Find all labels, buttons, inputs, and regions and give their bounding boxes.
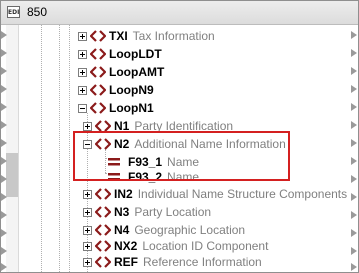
output-connector-icon[interactable] xyxy=(351,31,357,39)
edi-icon: EDI xyxy=(7,6,20,18)
tree-row-loopamt[interactable]: LoopAMT xyxy=(78,63,164,81)
segment-name: N3 xyxy=(114,205,130,219)
segment-icon xyxy=(95,206,111,218)
segment-name: LoopLDT xyxy=(109,47,162,61)
segment-icon xyxy=(95,240,111,252)
output-connector-icon[interactable] xyxy=(351,175,357,183)
tree-guide-line xyxy=(41,25,42,272)
segment-description: Party Location xyxy=(134,205,212,219)
segment-icon xyxy=(95,188,111,200)
segment-icon xyxy=(90,102,106,114)
output-connector-icon[interactable] xyxy=(351,85,357,93)
expand-icon[interactable] xyxy=(78,49,87,59)
expand-icon[interactable] xyxy=(83,225,92,235)
segment-name: LoopN9 xyxy=(109,83,154,97)
tree-row-n3[interactable]: N3 Party Location xyxy=(83,203,211,221)
input-connector-icon[interactable] xyxy=(1,157,7,165)
segment-description: Location ID Component xyxy=(142,239,269,253)
tree-guide-line xyxy=(59,25,60,272)
segment-icon xyxy=(95,256,111,268)
input-connector-icon[interactable] xyxy=(1,211,7,219)
segment-icon xyxy=(95,224,111,236)
input-connector-icon[interactable] xyxy=(1,49,7,57)
input-connector-icon[interactable] xyxy=(1,193,7,201)
output-connector-icon[interactable] xyxy=(351,157,357,165)
input-connector-icon[interactable] xyxy=(1,103,7,111)
expand-icon[interactable] xyxy=(78,85,87,95)
output-connector-icon[interactable] xyxy=(351,49,357,57)
segment-description: Reference Information xyxy=(143,255,262,269)
expand-icon[interactable] xyxy=(83,241,92,251)
input-connector-icon[interactable] xyxy=(1,121,7,129)
input-connector-icon[interactable] xyxy=(1,247,7,255)
segment-icon xyxy=(90,84,106,96)
segment-name: REF xyxy=(114,255,138,269)
input-connector-icon[interactable] xyxy=(1,263,7,271)
segment-name: NX2 xyxy=(114,239,138,253)
highlight-box xyxy=(73,131,290,181)
segment-icon xyxy=(90,30,106,42)
tree-row-loopn1[interactable]: LoopN1 xyxy=(78,99,154,117)
expand-icon[interactable] xyxy=(78,31,87,41)
collapse-icon[interactable] xyxy=(78,103,87,113)
tree-row-in2[interactable]: IN2 Individual Name Structure Components xyxy=(83,185,347,203)
segment-description: Individual Name Structure Components xyxy=(137,187,348,201)
segment-description: Geographic Location xyxy=(134,223,246,237)
segment-icon xyxy=(90,66,106,78)
mapping-component-window: EDI 850 TXI Tax Information LoopLDT Loop… xyxy=(0,0,359,273)
input-connector-icon[interactable] xyxy=(1,85,7,93)
output-connector-icon[interactable] xyxy=(351,67,357,75)
segment-name: N4 xyxy=(114,223,130,237)
segment-name: LoopN1 xyxy=(109,101,154,115)
segment-icon xyxy=(90,48,106,60)
input-connector-icon[interactable] xyxy=(1,67,7,75)
tree-guide-line xyxy=(69,25,70,272)
expand-icon[interactable] xyxy=(83,207,92,217)
segment-name: TXI xyxy=(109,29,128,43)
tree-row-loopn9[interactable]: LoopN9 xyxy=(78,81,154,99)
expand-icon[interactable] xyxy=(83,121,92,131)
output-connector-icon[interactable] xyxy=(351,211,357,219)
scrollbar-thumb[interactable] xyxy=(6,153,18,197)
input-connector-icon[interactable] xyxy=(1,229,7,237)
output-connector-icon[interactable] xyxy=(351,229,357,237)
output-connector-icon[interactable] xyxy=(351,121,357,129)
expand-icon[interactable] xyxy=(83,257,92,267)
component-title: 850 xyxy=(27,5,48,19)
tree-row-ref[interactable]: REF Reference Information xyxy=(83,253,262,271)
segment-name: LoopAMT xyxy=(109,65,165,79)
segment-name: IN2 xyxy=(114,187,133,201)
output-connector-icon[interactable] xyxy=(351,247,357,255)
input-connector-icon[interactable] xyxy=(1,31,7,39)
expand-icon[interactable] xyxy=(78,67,87,77)
output-connector-icon[interactable] xyxy=(351,263,357,271)
expand-icon[interactable] xyxy=(83,189,92,199)
segment-description: Tax Information xyxy=(132,29,215,43)
output-connector-icon[interactable] xyxy=(351,103,357,111)
output-connector-icon[interactable] xyxy=(351,139,357,147)
input-connector-icon[interactable] xyxy=(1,175,7,183)
tree-row-txi[interactable]: TXI Tax Information xyxy=(78,27,215,45)
input-connector-icon[interactable] xyxy=(1,139,7,147)
output-connector-icon[interactable] xyxy=(351,193,357,201)
component-title-bar[interactable]: EDI 850 xyxy=(1,1,358,25)
vertical-scrollbar[interactable] xyxy=(6,25,19,272)
tree-row-loopldt[interactable]: LoopLDT xyxy=(78,45,162,63)
